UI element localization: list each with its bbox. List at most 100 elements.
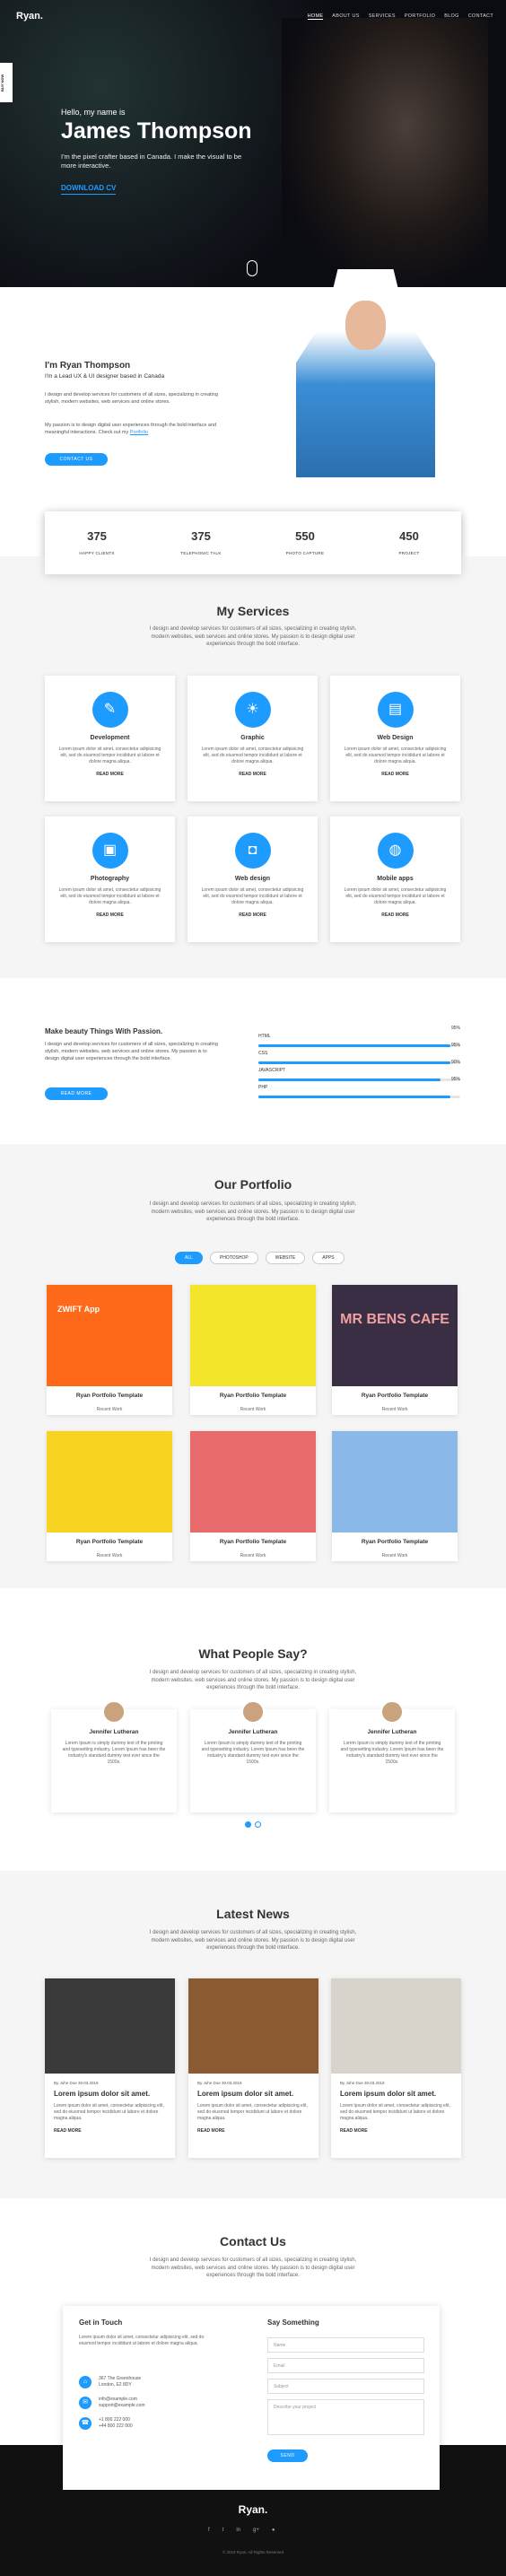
portfolio-card[interactable]: Ryan Portfolio Template Recent Work [332, 1431, 458, 1561]
top-nav: Ryan. HOME ABOUT US SERVICES PORTFOLIO B… [0, 11, 506, 29]
service-card: ◘ Web design Lorem ipsum dolor sit amet, c… [188, 816, 318, 942]
portfolio-link[interactable]: Portfolio [130, 430, 148, 435]
pencils-icon: ✎ [92, 692, 128, 728]
skills-description: I design and develop services for custom… [45, 1042, 218, 1061]
hero-name: James Thompson [61, 118, 252, 144]
read-more-link[interactable]: READ MORE [340, 2128, 452, 2134]
about-title: I'm Ryan Thompson [45, 361, 131, 371]
about-subtitle: I'm a Lead UX & UI designer based in Can… [45, 373, 165, 380]
name-field[interactable]: Name [267, 2337, 424, 2353]
read-more-link[interactable]: READ MORE [45, 913, 175, 918]
about-photo [296, 269, 435, 477]
send-button[interactable]: SEND [267, 2449, 308, 2462]
stats-bar-overlay: 375 HAPPY CLIENTS 375 TELEPHONIC TALK 550 P… [45, 511, 461, 574]
buy-now-tab[interactable]: BUY NOW [0, 63, 13, 102]
photo-icon: ▣ [92, 833, 128, 869]
news-image [331, 1978, 461, 2074]
message-field[interactable]: Describe your project [267, 2399, 424, 2435]
carousel-dots [245, 1821, 261, 1828]
hero-hello: Hello, my name is [61, 108, 126, 117]
services-description: I design and develop services for custom… [149, 626, 357, 647]
read-more-link[interactable]: READ MORE [188, 772, 318, 777]
portfolio-card[interactable]: Ryan Portfolio Template Recent Work [47, 1431, 172, 1561]
read-more-link[interactable]: READ MORE [330, 772, 460, 777]
hero-section: Ryan. HOME ABOUT US SERVICES PORTFOLIO B… [0, 0, 506, 287]
news-card[interactable]: By John Doe 30.03.2019 Lorem ipsum dolor … [45, 1978, 175, 2158]
subject-field[interactable]: Subject [267, 2379, 424, 2394]
nav-blog[interactable]: BLOG [444, 13, 458, 20]
scroll-mouse-icon[interactable] [247, 260, 257, 276]
tab-apps[interactable]: APPS [312, 1252, 345, 1264]
globe-icon: ◍ [377, 833, 414, 869]
portfolio-description: I design and develop services for custom… [149, 1201, 357, 1222]
testimonial-card: Jennifer Lutheran Lorem Ipsum is simply d… [329, 1700, 455, 1812]
contact-title: Contact Us [220, 2234, 286, 2249]
portfolio-image [190, 1431, 316, 1533]
carousel-dot[interactable] [255, 1821, 261, 1828]
contact-us-button[interactable]: CONTACT US [45, 453, 108, 466]
googleplus-icon[interactable]: g+ [253, 2528, 259, 2533]
nav-services[interactable]: SERVICES [369, 13, 396, 20]
browser-icon: ▤ [377, 692, 414, 728]
skills-title: Make beauty Things With Passion. [45, 1027, 163, 1035]
portfolio-card[interactable]: Ryan Portfolio Template Recent Work [190, 1285, 316, 1415]
read-more-link[interactable]: READ MORE [45, 772, 175, 777]
read-more-link[interactable]: READ MORE [197, 2128, 310, 2134]
tab-photoshop[interactable]: PHOTOSHOP [209, 1252, 258, 1264]
get-in-touch-title: Get in Touch [79, 2318, 123, 2327]
service-card: ▤ Web Design Lorem ipsum dolor sit amet, c… [330, 676, 460, 801]
tab-website[interactable]: WEBSITE [265, 1252, 306, 1264]
footer-logo[interactable]: Ryan. [0, 2503, 506, 2516]
twitter-icon[interactable]: t [222, 2528, 224, 2533]
portfolio-card[interactable]: MR BENS CAFE Ryan Portfolio Template Recen… [332, 1285, 458, 1415]
mail-icon: ✉ [79, 2397, 92, 2409]
get-in-touch-text: Lorem ipsum dolor sit amet, consectetur … [79, 2335, 205, 2346]
news-card[interactable]: By John Doe 30.03.2019 Lorem ipsum dolor … [188, 1978, 318, 2158]
download-cv-link[interactable]: DOWNLOAD CV [61, 184, 117, 195]
avatar [102, 1700, 126, 1724]
email-field[interactable]: Email [267, 2358, 424, 2373]
logo[interactable]: Ryan. [16, 11, 43, 22]
service-card: ☀ Graphic Lorem ipsum dolor sit amet, cons… [188, 676, 318, 801]
nav-menu: HOME ABOUT US SERVICES PORTFOLIO BLOG CO… [307, 13, 493, 20]
portfolio-image: MR BENS CAFE [332, 1285, 458, 1386]
portfolio-filter-tabs: ALL PHOTOSHOP WEBSITE APPS [175, 1252, 345, 1264]
testimonial-card: Jennifer Lutheran Lorem Ipsum is simply d… [51, 1700, 177, 1812]
testimonial-card: Jennifer Lutheran Lorem Ipsum is simply d… [190, 1700, 316, 1812]
hero-description: I'm the pixel crafter based in Canada. I… [61, 153, 242, 170]
service-card: ▣ Photography Lorem ipsum dolor sit amet, … [45, 816, 175, 942]
skills-read-more-button[interactable]: READ MORE [45, 1087, 108, 1100]
contact-email: ✉ info@example.com support@example.com [79, 2397, 214, 2410]
nav-portfolio[interactable]: PORTFOLIO [405, 13, 435, 20]
service-card: ◍ Mobile apps Lorem ipsum dolor sit amet, … [330, 816, 460, 942]
facebook-icon[interactable]: f [208, 2528, 210, 2533]
news-title: Latest News [216, 1907, 290, 1921]
read-more-link[interactable]: READ MORE [330, 913, 460, 918]
nav-about[interactable]: ABOUT US [332, 13, 359, 20]
portfolio-image [47, 1431, 172, 1533]
portfolio-card[interactable]: Ryan Portfolio Template Recent Work [190, 1431, 316, 1561]
read-more-link[interactable]: READ MORE [54, 2128, 166, 2134]
news-card[interactable]: By John Doe 30.03.2019 Lorem ipsum dolor … [331, 1978, 461, 2158]
about-paragraph-1: I design and develop services for custom… [45, 392, 218, 405]
portfolio-image [332, 1431, 458, 1533]
skill-bar: PHP 95% [258, 1077, 460, 1098]
portfolio-image: ZWIFT App [47, 1285, 172, 1386]
contact-address: ⌂ 367 The Greenhouse London, E2 8DY [79, 2376, 214, 2389]
contact-box: Get in Touch Lorem ipsum dolor sit amet,… [63, 2306, 440, 2490]
nav-home[interactable]: HOME [307, 13, 324, 20]
linkedin-icon[interactable]: in [236, 2528, 240, 2533]
tab-all[interactable]: ALL [175, 1252, 203, 1264]
avatar [380, 1700, 404, 1724]
portfolio-card[interactable]: ZWIFT App Ryan Portfolio Template Recent W… [47, 1285, 172, 1415]
phone-icon: ☎ [79, 2417, 92, 2430]
avatar [241, 1700, 265, 1724]
service-card: ✎ Development Lorem ipsum dolor sit amet, … [45, 676, 175, 801]
nav-contact[interactable]: CONTACT [468, 13, 493, 20]
bag-icon: ◘ [234, 833, 271, 869]
dribbble-icon[interactable]: ● [272, 2528, 275, 2533]
read-more-link[interactable]: READ MORE [188, 913, 318, 918]
carousel-dot[interactable] [245, 1821, 251, 1828]
about-paragraph-2: My passion is to design digital user exp… [45, 423, 217, 435]
news-image [188, 1978, 318, 2074]
